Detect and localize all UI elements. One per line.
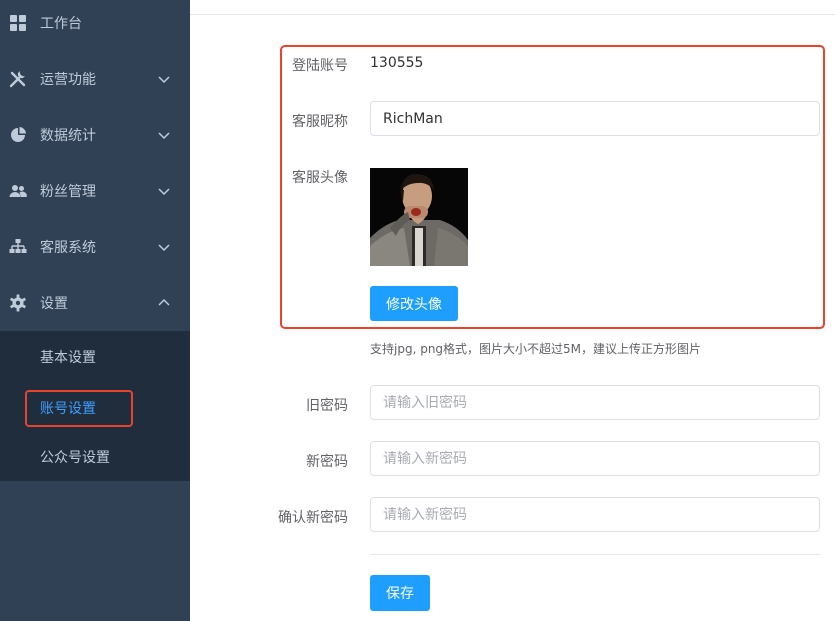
gear-icon [10, 294, 26, 312]
pie-chart-icon [11, 127, 26, 142]
menu-label-settings: 设置 [40, 296, 68, 312]
menu-item-customer-service[interactable]: 客服系统 [0, 219, 190, 275]
tools-icon [9, 71, 26, 88]
submenu-item-basic-settings[interactable]: 基本设置 [40, 347, 96, 367]
account-settings-highlight [25, 390, 133, 427]
chevron-down-icon [158, 244, 170, 252]
nickname-input[interactable] [370, 101, 820, 136]
nickname-label: 客服昵称 [292, 114, 348, 130]
save-button[interactable]: 保存 [370, 575, 430, 611]
menu-item-dashboard[interactable]: 工作台 [0, 0, 190, 51]
org-chart-icon [9, 239, 27, 253]
change-avatar-button[interactable]: 修改头像 [370, 286, 458, 321]
menu-label-fans: 粉丝管理 [40, 184, 96, 200]
new-password-input[interactable] [370, 441, 820, 476]
chevron-down-icon [158, 76, 170, 84]
avatar-label: 客服头像 [292, 170, 348, 186]
old-password-input[interactable] [370, 385, 820, 420]
menu-item-operations[interactable]: 运营功能 [0, 51, 190, 107]
dashboard-icon [10, 15, 26, 31]
menu-label-operations: 运营功能 [40, 72, 96, 88]
avatar-hint-text: 支持jpg, png格式，图片大小不超过5M，建议上传正方形图片 [370, 342, 702, 356]
login-account-label: 登陆账号 [292, 58, 348, 74]
confirm-password-label: 确认新密码 [278, 510, 348, 526]
form-divider [370, 554, 820, 555]
login-account-value: 130555 [370, 55, 424, 71]
header-divider [190, 14, 835, 15]
old-password-label: 旧密码 [306, 398, 348, 414]
menu-item-fans[interactable]: 粉丝管理 [0, 163, 190, 219]
submenu-item-official-account-settings[interactable]: 公众号设置 [40, 447, 110, 467]
chevron-up-icon [158, 298, 170, 306]
chevron-down-icon [158, 132, 170, 140]
profile-highlight-box [280, 45, 825, 329]
chevron-down-icon [158, 188, 170, 196]
menu-item-statistics[interactable]: 数据统计 [0, 107, 190, 163]
menu-label-customer-service: 客服系统 [40, 240, 96, 256]
sidebar: 工作台 运营功能 数据统计 粉丝管理 客服系统 设置 基本设置 账号设置 公众号… [0, 0, 190, 621]
new-password-label: 新密码 [306, 454, 348, 470]
menu-label-statistics: 数据统计 [40, 128, 96, 144]
users-icon [9, 185, 27, 197]
menu-label-dashboard: 工作台 [40, 16, 82, 32]
menu-item-settings[interactable]: 设置 [0, 275, 190, 331]
avatar-image [370, 168, 468, 266]
confirm-password-input[interactable] [370, 497, 820, 532]
